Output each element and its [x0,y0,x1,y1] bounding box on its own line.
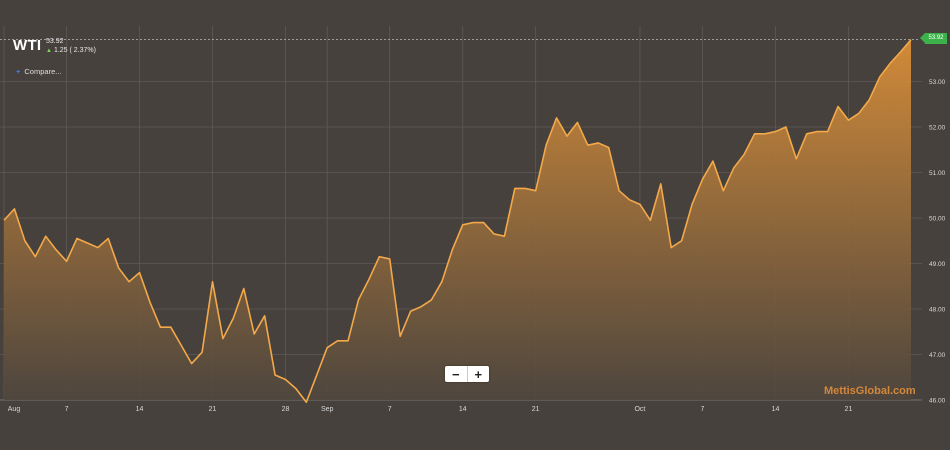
chart-container: 46.00 47.00 48.00 49.00 50.00 51.00 52.00 53.00… [0,0,950,450]
x-tick-label: 21 [532,406,540,413]
watermark-logo: MettisGlobal.com [824,385,916,397]
x-tick-label: Sep [321,406,334,413]
x-tick-label: 7 [388,406,392,413]
compare-button[interactable]: + Compare... [16,67,62,76]
x-tick-label: Oct [634,406,645,413]
x-tick-label: 28 [282,406,290,413]
price-change: ▲ 1.25 ( 2.37%) [46,47,96,54]
last-price: 53.92 [46,38,64,45]
y-tick-label: 49.00 [929,261,946,268]
x-tick-label: 14 [136,406,144,413]
x-axis: Aug 7 14 21 28 Sep 7 14 21 Oct 7 14 21 [8,406,853,413]
y-axis: 46.00 47.00 48.00 49.00 50.00 51.00 52.00 53.00 [929,79,946,405]
x-tick-label: 21 [209,406,217,413]
y-tick-label: 46.00 [929,398,946,405]
x-tick-label: 14 [772,406,780,413]
plus-icon: + [16,67,21,76]
y-tick-label: 47.00 [929,352,946,359]
price-area [4,39,911,403]
zoom-control: − + [445,366,489,382]
price-chart: 46.00 47.00 48.00 49.00 50.00 51.00 52.00 53.00… [0,26,946,413]
y-tick-label: 48.00 [929,307,946,314]
zoom-out-button[interactable]: − [445,366,467,382]
x-tick-label: 21 [845,406,853,413]
up-arrow-icon: ▲ [46,48,52,54]
x-tick-label: 14 [459,406,467,413]
zoom-in-button[interactable]: + [466,366,490,382]
y-tick-label: 52.00 [929,125,946,132]
price-change-value: 1.25 ( 2.37%) [53,47,96,54]
x-tick-label: 7 [701,406,705,413]
y-tick-label: 51.00 [929,170,946,177]
compare-label: Compare... [24,67,62,76]
y-tick-label: 50.00 [929,216,946,223]
x-tick-label: Aug [8,406,21,413]
y-tick-label: 53.00 [929,79,946,86]
current-price-badge: 53.92 [920,33,947,44]
x-tick-label: 7 [65,406,69,413]
instrument-symbol: WTI [13,37,42,54]
